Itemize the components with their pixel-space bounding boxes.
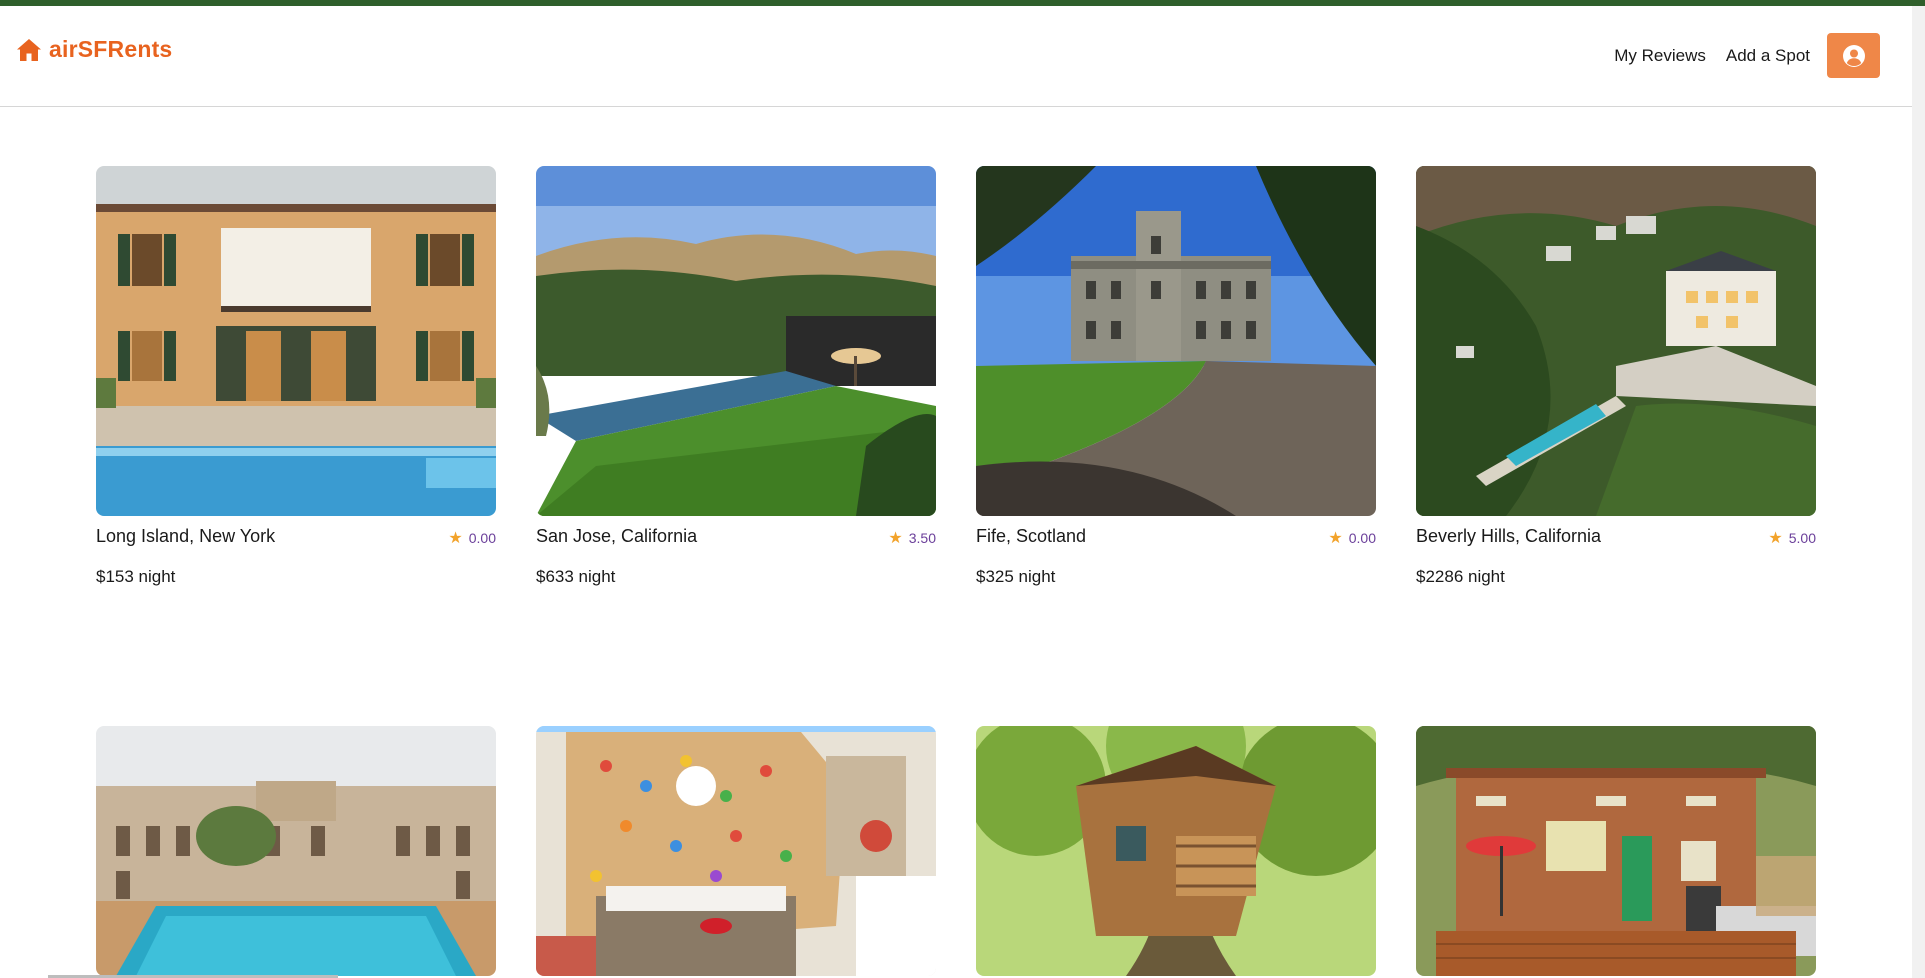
- page-scrollbar[interactable]: [1912, 6, 1925, 978]
- listing-city: San Jose, California: [536, 526, 698, 546]
- listing-price: $2286 night: [1416, 567, 1505, 586]
- rating-value: 0.00: [1348, 530, 1376, 546]
- listing-rating: ★ 0.00: [448, 528, 496, 548]
- rating-value: 0.00: [468, 530, 496, 546]
- listing-price: $633 night: [536, 567, 616, 586]
- star-icon: ★: [1768, 530, 1783, 547]
- listing-card[interactable]: [976, 726, 1376, 976]
- listing-rating: ★ 5.00: [1768, 528, 1816, 548]
- listing-header-row: Fife, Scotland ★ 0.00: [976, 525, 1376, 548]
- listing-header-row: Long Island, New York ★ 0.00: [96, 525, 496, 548]
- listing-image: [1416, 726, 1816, 976]
- listing-card[interactable]: San Jose, California ★ 3.50 $633 night: [536, 166, 936, 586]
- rating-value: 5.00: [1788, 530, 1816, 546]
- listing-image: [976, 166, 1376, 516]
- listing-city: Fife, Scotland: [976, 526, 1087, 546]
- star-icon: ★: [1328, 530, 1343, 547]
- listing-image: [536, 726, 936, 976]
- star-icon: ★: [448, 530, 463, 547]
- scrollbar-thumb[interactable]: [1914, 6, 1923, 416]
- rating-value: 3.50: [908, 530, 936, 546]
- logo-text: airSFRents: [49, 36, 173, 62]
- listing-price: $153 night: [96, 567, 176, 586]
- listing-image: [976, 726, 1376, 976]
- listing-rating: ★ 3.50: [888, 528, 936, 548]
- listing-card[interactable]: Long Island, New York ★ 0.00 $153 night: [96, 166, 496, 586]
- listing-image: [96, 166, 496, 516]
- listing-card[interactable]: [96, 726, 496, 976]
- listing-header-row: San Jose, California ★ 3.50: [536, 525, 936, 548]
- listing-card[interactable]: Fife, Scotland ★ 0.00 $325 night: [976, 166, 1376, 586]
- listing-city: Beverly Hills, California: [1416, 526, 1602, 546]
- site-header: airSFRents My Reviews Add a Spot: [0, 6, 1912, 107]
- listing-rating: ★ 0.00: [1328, 528, 1376, 548]
- listing-image: [536, 166, 936, 516]
- my-reviews-link[interactable]: My Reviews: [1614, 46, 1706, 66]
- home-icon: [15, 37, 43, 63]
- listing-card[interactable]: Beverly Hills, California ★ 5.00 $2286 n…: [1416, 166, 1816, 586]
- listing-image: [96, 726, 496, 976]
- listing-card[interactable]: [536, 726, 936, 976]
- listing-image: [1416, 166, 1816, 516]
- logo-link[interactable]: airSFRents: [15, 36, 172, 63]
- user-circle-icon: [1842, 44, 1866, 68]
- listing-header-row: Beverly Hills, California ★ 5.00: [1416, 525, 1816, 548]
- star-icon: ★: [888, 530, 903, 547]
- listing-city: Long Island, New York: [96, 526, 276, 546]
- add-spot-link[interactable]: Add a Spot: [1726, 46, 1810, 66]
- profile-menu-button[interactable]: [1827, 33, 1880, 78]
- listing-card[interactable]: [1416, 726, 1816, 976]
- main-nav: My Reviews Add a Spot: [1594, 33, 1880, 78]
- listing-price: $325 night: [976, 567, 1056, 586]
